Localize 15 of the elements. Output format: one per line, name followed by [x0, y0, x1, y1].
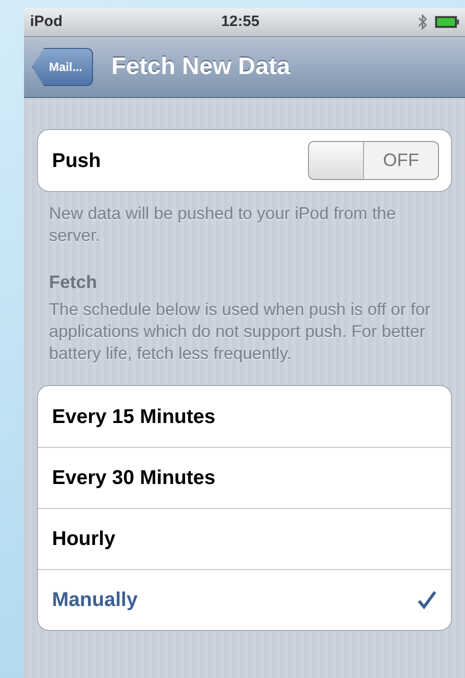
clock-time: 12:55 — [221, 12, 260, 32]
option-row[interactable]: Every 30 Minutes — [38, 447, 451, 508]
setting-label: Push — [52, 148, 101, 174]
checkmark-icon — [417, 590, 437, 610]
option-row[interactable]: Hourly — [38, 508, 451, 569]
screen-title: Fetch New Data — [111, 52, 290, 82]
bluetooth-icon — [418, 14, 427, 30]
option-row[interactable]: Manually — [38, 569, 451, 630]
footer-text: New data will be pushed to your iPod from the server. — [49, 203, 397, 247]
toggle-switch[interactable]: OFF — [308, 141, 439, 180]
carrier-name: iPod — [30, 12, 62, 32]
battery-icon — [435, 16, 459, 28]
section-header: Fetch — [49, 271, 98, 294]
option-row[interactable]: Every 15 Minutes — [38, 386, 451, 447]
section-description: The schedule below is used when push is off or for applications which do not support push. For better battery life, fetch less frequently. — [49, 299, 432, 365]
